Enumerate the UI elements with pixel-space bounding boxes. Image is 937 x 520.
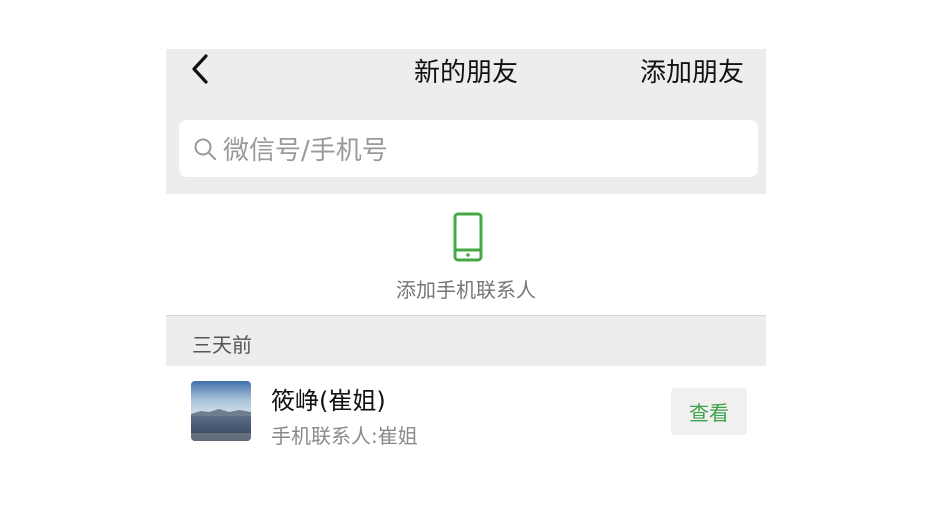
friend-request-row[interactable]: 筱峥(崔姐) 手机联系人:崔姐 查看: [166, 366, 766, 456]
add-phone-contacts-label: 添加手机联系人: [396, 278, 536, 302]
add-friend-button[interactable]: 添加朋友: [640, 52, 744, 89]
search-placeholder: 微信号/手机号: [223, 136, 388, 166]
add-phone-contacts-button[interactable]: 添加手机联系人: [166, 194, 766, 315]
back-button[interactable]: [188, 51, 218, 87]
section-header: 三天前: [166, 316, 766, 366]
search-icon: [194, 138, 216, 160]
mobile-phone-icon: [453, 212, 483, 262]
search-input[interactable]: 微信号/手机号: [179, 120, 758, 177]
new-friends-screen: 新的朋友 添加朋友 微信号/手机号 添加手机联系人 三天前 筱峥(崔姐) 手机联…: [166, 49, 766, 520]
friend-name: 筱峥(崔姐): [271, 387, 386, 415]
top-bar: 新的朋友 添加朋友 微信号/手机号: [166, 49, 766, 194]
chevron-left-icon: [192, 54, 208, 84]
view-button[interactable]: 查看: [671, 388, 747, 435]
avatar-lake-image: [191, 381, 251, 441]
section-label: 三天前: [192, 333, 252, 357]
avatar: [191, 381, 251, 441]
friend-description: 手机联系人:崔姐: [271, 424, 418, 448]
